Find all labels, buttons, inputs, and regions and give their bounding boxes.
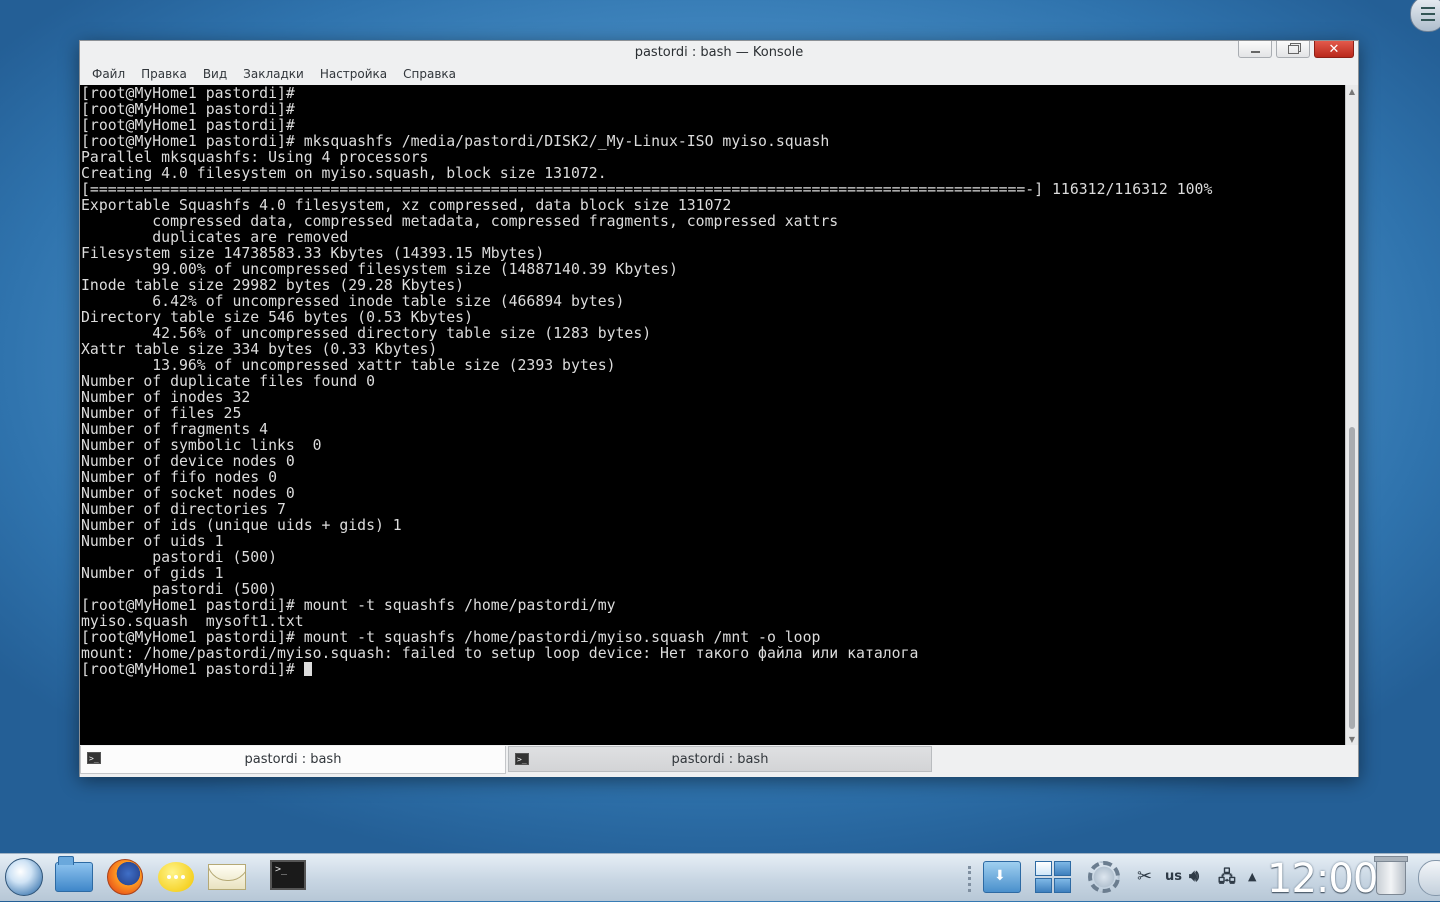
device-notifier[interactable]: [982, 857, 1022, 897]
terminal-output[interactable]: [root@MyHome1 pastordi]# [root@MyHome1 p…: [80, 85, 1345, 745]
terminal-line: myiso.squash mysoft1.txt: [81, 613, 304, 630]
tab-bash-1[interactable]: >_ pastordi : bash: [80, 746, 506, 774]
pager-icon: [1035, 861, 1071, 893]
terminal-line: Number of fifo nodes 0: [81, 469, 277, 486]
terminal-line: Number of device nodes 0: [81, 453, 295, 470]
terminal-line: Inode table size 29982 bytes (29.28 Kbyt…: [81, 277, 465, 294]
terminal-line: [root@MyHome1 pastordi]#: [81, 85, 295, 102]
minimize-button[interactable]: [1238, 41, 1272, 58]
scroll-down-icon[interactable]: ▼: [1346, 733, 1358, 745]
terminal-line: pastordi (500): [152, 549, 277, 566]
terminal-line: [=======================================…: [81, 181, 1213, 198]
menu-edit[interactable]: Правка: [133, 67, 195, 81]
terminal-scrollbar[interactable]: ▲ ▼: [1345, 85, 1358, 745]
terminal-line: Filesystem size 14738583.33 Kbytes (1439…: [81, 245, 545, 262]
mail-icon: [208, 864, 246, 890]
panel-toolbox-button[interactable]: [1418, 860, 1440, 896]
terminal-prompt: [root@MyHome1 pastordi]#: [81, 661, 304, 678]
terminal-line: Number of inodes 32: [81, 389, 251, 406]
terminal-line: Creating 4.0 filesystem on myiso.squash,…: [81, 165, 607, 182]
tab-label: pastordi : bash: [244, 752, 342, 767]
terminal-line: Directory table size 546 bytes (0.53 Kby…: [81, 309, 473, 326]
terminal-line: mount: /home/pastordi/myiso.squash: fail…: [81, 645, 919, 662]
menu-help[interactable]: Справка: [395, 67, 464, 81]
chat-icon: [158, 862, 194, 892]
file-manager-icon: [55, 856, 93, 892]
tab-bar: >_ pastordi : bash >_ pastordi : bash: [80, 745, 1358, 777]
terminal-line: Number of files 25: [81, 405, 242, 422]
menu-bookmarks[interactable]: Закладки: [235, 67, 312, 81]
terminal-line: 6.42% of uncompressed inode table size (…: [152, 293, 625, 310]
terminal-line: duplicates are removed: [152, 229, 349, 246]
trash-button[interactable]: [1371, 856, 1411, 897]
terminal-line: 42.56% of uncompressed directory table s…: [152, 325, 652, 342]
terminal-line: [root@MyHome1 pastordi]# mksquashfs /med…: [81, 133, 830, 150]
scroll-up-icon[interactable]: ▲: [1346, 85, 1358, 97]
taskbar: >_ ✂ us 🔊︎ 🖧 ▲ 12:00: [0, 853, 1440, 902]
chat-launcher[interactable]: [156, 857, 196, 897]
window-titlebar[interactable]: pastordi : bash — Konsole ✕: [80, 41, 1358, 63]
window-title: pastordi : bash — Konsole: [634, 44, 804, 60]
konsole-icon: >_: [270, 860, 306, 890]
desktop-toolbox-button[interactable]: [1410, 0, 1440, 32]
download-folder-icon: [983, 861, 1021, 893]
tray-expand-icon[interactable]: ▲: [1248, 870, 1256, 883]
desktop-pager[interactable]: [1033, 857, 1073, 897]
terminal-line: Exportable Squashfs 4.0 filesystem, xz c…: [81, 197, 732, 214]
terminal-line: [root@MyHome1 pastordi]# mount -t squash…: [81, 597, 616, 614]
window-controls: ✕: [1238, 41, 1354, 58]
maximize-button[interactable]: [1276, 41, 1310, 58]
terminal-text: [root@MyHome1 pastordi]# [root@MyHome1 p…: [80, 85, 1345, 678]
taskbar-separator: [968, 866, 975, 892]
terminal-line: Parallel mksquashfs: Using 4 processors: [81, 149, 429, 166]
clock[interactable]: 12:00: [1267, 856, 1378, 902]
terminal-line: compressed data, compressed metadata, co…: [152, 213, 839, 230]
terminal-line: Number of socket nodes 0: [81, 485, 295, 502]
clipboard-scissors-icon[interactable]: ✂: [1137, 866, 1152, 887]
menu-file[interactable]: Файл: [84, 67, 133, 81]
system-settings-launcher[interactable]: [1084, 857, 1124, 897]
maximize-icon: [1287, 44, 1299, 54]
firefox-launcher[interactable]: [105, 857, 145, 897]
mail-launcher[interactable]: [207, 857, 247, 897]
text-cursor: [303, 662, 312, 676]
close-button[interactable]: ✕: [1314, 41, 1354, 58]
kde-launcher-icon: [5, 858, 43, 896]
firefox-icon: [107, 859, 143, 895]
network-icon[interactable]: 🖧: [1218, 866, 1236, 893]
tab-label: pastordi : bash: [671, 751, 769, 767]
menu-view[interactable]: Вид: [195, 67, 235, 81]
trash-icon: [1374, 856, 1408, 895]
close-icon: ✕: [1328, 41, 1340, 57]
konsole-task-button[interactable]: >_: [268, 857, 308, 893]
tab-bash-2[interactable]: >_ pastordi : bash: [508, 746, 932, 772]
terminal-line: [root@MyHome1 pastordi]#: [81, 117, 295, 134]
minimize-icon: [1250, 51, 1260, 53]
menubar: Файл Правка Вид Закладки Настройка Справ…: [80, 63, 1358, 85]
terminal-line: Number of duplicate files found 0: [81, 373, 375, 390]
gear-icon: [1088, 861, 1120, 893]
file-manager-launcher[interactable]: [54, 856, 94, 897]
terminal-line: Number of directories 7: [81, 501, 286, 518]
volume-icon[interactable]: 🔊︎: [1189, 866, 1199, 886]
scroll-thumb[interactable]: [1349, 427, 1355, 729]
terminal-line: Number of fragments 4: [81, 421, 269, 438]
terminal-line: 99.00% of uncompressed filesystem size (…: [152, 261, 678, 278]
terminal-line: Xattr table size 334 bytes (0.33 Kbytes): [81, 341, 438, 358]
menu-icon: [1421, 7, 1435, 21]
terminal-line: Number of ids (unique uids + gids) 1: [81, 517, 402, 534]
terminal-line: Number of uids 1: [81, 533, 224, 550]
konsole-window: pastordi : bash — Konsole ✕ Файл Правка …: [79, 40, 1359, 777]
terminal-line: [root@MyHome1 pastordi]# mount -t squash…: [81, 629, 821, 646]
terminal-line: [root@MyHome1 pastordi]#: [81, 101, 295, 118]
menu-settings[interactable]: Настройка: [312, 67, 395, 81]
terminal-line: Number of symbolic links 0: [81, 437, 322, 454]
terminal-icon: >_: [515, 753, 529, 765]
terminal-line: 13.96% of uncompressed xattr table size …: [152, 357, 616, 374]
terminal-line: Number of gids 1: [81, 565, 224, 582]
keyboard-layout-indicator[interactable]: us: [1165, 869, 1182, 884]
terminal-icon: >_: [87, 752, 101, 764]
application-launcher[interactable]: [4, 857, 44, 897]
terminal-line: pastordi (500): [152, 581, 277, 598]
